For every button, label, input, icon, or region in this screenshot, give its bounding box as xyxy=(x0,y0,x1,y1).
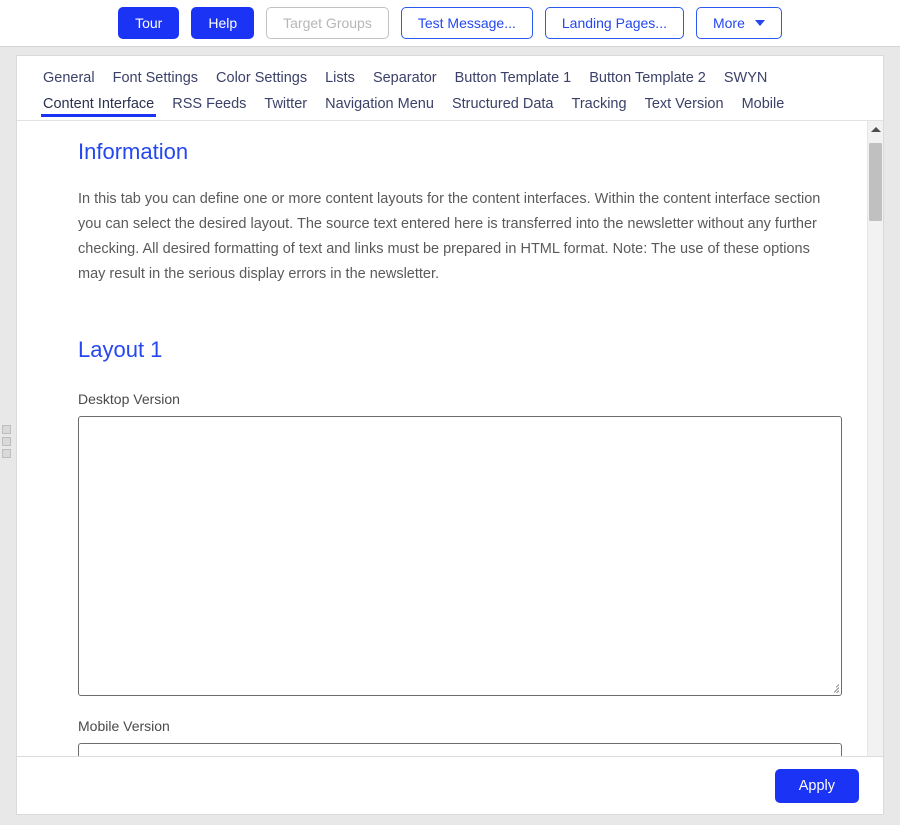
tab-button-template-1[interactable]: Button Template 1 xyxy=(453,68,574,94)
desktop-version-label: Desktop Version xyxy=(78,391,180,407)
tab-general[interactable]: General xyxy=(41,68,97,94)
arrow-up-icon xyxy=(870,127,881,132)
target-groups-button-label: Target Groups xyxy=(283,15,372,31)
desktop-version-textarea[interactable] xyxy=(78,416,842,696)
content-scroll-region: Information In this tab you can define o… xyxy=(17,121,883,768)
splitter-grip-dot xyxy=(2,449,11,458)
tab-navigation-menu[interactable]: Navigation Menu xyxy=(323,94,436,120)
more-button[interactable]: More xyxy=(695,7,782,39)
tab-list: General Font Settings Color Settings Lists S… xyxy=(41,68,859,120)
tab-button-template-2[interactable]: Button Template 2 xyxy=(587,68,708,94)
tab-content-interface[interactable]: Content Interface xyxy=(41,94,157,120)
target-groups-button: Target Groups xyxy=(266,7,389,39)
splitter-grip-icon[interactable] xyxy=(2,425,13,458)
tab-tracking[interactable]: Tracking xyxy=(570,94,629,120)
tab-mobile[interactable]: Mobile xyxy=(740,94,787,120)
tab-twitter[interactable]: Twitter xyxy=(262,94,309,120)
chevron-down-icon xyxy=(754,20,765,26)
information-heading: Information xyxy=(78,139,189,164)
tab-swyn[interactable]: SWYN xyxy=(722,68,770,94)
more-button-label: More xyxy=(712,15,745,31)
tour-button-label: Tour xyxy=(135,15,163,31)
panel-footer: Apply xyxy=(17,756,883,814)
tab-rss-feeds[interactable]: RSS Feeds xyxy=(170,94,248,120)
landing-pages-button[interactable]: Landing Pages... xyxy=(544,7,684,39)
splitter-grip-dot xyxy=(2,425,11,434)
mobile-version-label: Mobile Version xyxy=(78,718,170,734)
tab-bar: General Font Settings Color Settings Lists S… xyxy=(17,56,883,121)
content-area: Information In this tab you can define o… xyxy=(17,121,862,768)
apply-button[interactable]: Apply xyxy=(774,768,859,803)
tab-color-settings[interactable]: Color Settings xyxy=(214,68,309,94)
splitter-grip-dot xyxy=(2,437,11,446)
tab-structured-data[interactable]: Structured Data xyxy=(450,94,556,120)
landing-pages-button-label: Landing Pages... xyxy=(561,15,667,31)
settings-panel: General Font Settings Color Settings Lists S… xyxy=(16,55,884,815)
tab-text-version[interactable]: Text Version xyxy=(643,94,726,120)
tab-font-settings[interactable]: Font Settings xyxy=(111,68,200,94)
top-toolbar: Tour Help Target Groups Test Message... … xyxy=(0,0,900,47)
tab-separator[interactable]: Separator xyxy=(371,68,439,94)
test-message-button[interactable]: Test Message... xyxy=(400,7,533,39)
test-message-button-label: Test Message... xyxy=(417,15,516,31)
tour-button[interactable]: Tour xyxy=(118,7,180,39)
tab-lists[interactable]: Lists xyxy=(323,68,357,94)
scroll-up-button[interactable] xyxy=(868,121,883,138)
layout-heading: Layout 1 xyxy=(78,337,163,362)
scrollbar-thumb[interactable] xyxy=(869,143,882,221)
information-text: In this tab you can define one or more c… xyxy=(78,191,821,282)
panel-splitter[interactable] xyxy=(0,47,16,825)
help-button-label: Help xyxy=(208,15,238,31)
resize-handle-icon[interactable] xyxy=(827,681,839,693)
help-button[interactable]: Help xyxy=(191,7,255,39)
vertical-scrollbar[interactable] xyxy=(867,121,883,768)
